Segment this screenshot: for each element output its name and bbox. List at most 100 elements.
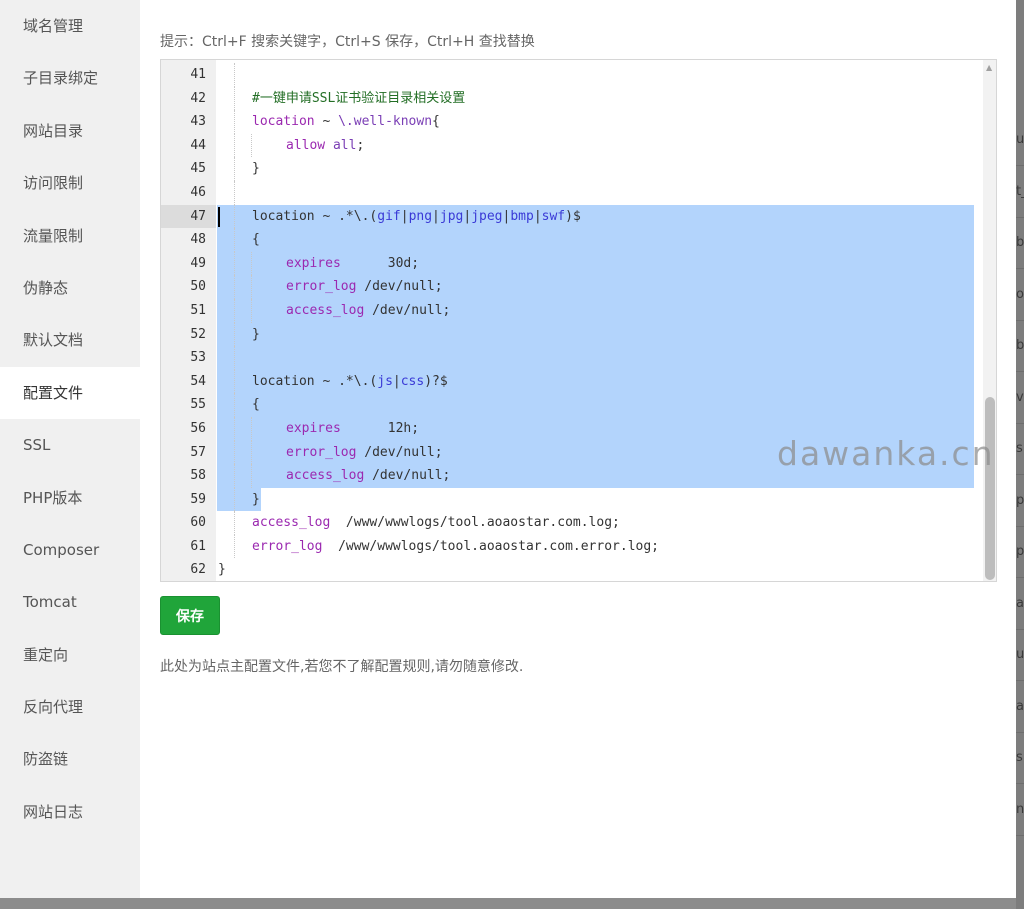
editor-scrollbar[interactable]: ▲ (983, 60, 996, 581)
background-text-fragment: o (1016, 269, 1024, 321)
code-line[interactable]: 55 { (161, 393, 996, 417)
sidebar-item[interactable]: 网站日志 (0, 786, 140, 838)
code-line[interactable]: 43 location ~ \.well-known{ (161, 110, 996, 134)
background-text-fragment: u (1016, 629, 1024, 681)
code-editor[interactable]: 41 42 #一键申请SSL证书验证目录相关设置 43 location ~ \.wel… (160, 59, 997, 582)
line-number: 53 (190, 350, 206, 366)
line-number: 48 (190, 232, 206, 248)
code-line[interactable]: 42 #一键申请SSL证书验证目录相关设置 (161, 86, 996, 111)
code-line[interactable]: 49 expires 30d; (161, 251, 996, 276)
save-button[interactable]: 保存 (160, 596, 220, 635)
code-text: access_log /dev/null; (218, 299, 450, 323)
line-number: 57 (190, 444, 206, 460)
sidebar-item[interactable]: PHP版本 (0, 472, 140, 524)
background-text-fragment: a (1016, 578, 1024, 630)
sidebar-item[interactable]: SSL (0, 419, 140, 471)
code-line[interactable]: 44 allow all; (161, 133, 996, 158)
code-token: { (252, 232, 260, 248)
background-text-fragment: p (1016, 475, 1024, 527)
sidebar-item[interactable]: 反向代理 (0, 681, 140, 733)
background-page-strip: ut_bobvsppauasn (1016, 0, 1024, 909)
code-line[interactable]: 45} (161, 157, 996, 181)
line-number: 41 (190, 67, 206, 82)
code-line[interactable]: 54 location ~ .*\.(js|css)?$ (161, 369, 996, 394)
sidebar-item[interactable]: 子目录绑定 (0, 52, 140, 104)
code-token: #一键申请SSL证书验证目录相关设置 (252, 90, 466, 106)
code-line[interactable]: 61 error_log /www/wwwlogs/tool.aoaostar.c… (161, 534, 996, 559)
code-token: )?$ (424, 373, 448, 389)
code-token: error_log (252, 538, 323, 554)
line-number: 56 (190, 420, 206, 436)
code-token: \.well-known (338, 114, 433, 130)
code-text: error_log /www/wwwlogs/tool.aoaostar.com… (218, 535, 659, 559)
sidebar-item[interactable]: Tomcat (0, 576, 140, 628)
code-lines[interactable]: 41 42 #一键申请SSL证书验证目录相关设置 43 location ~ \.wel… (161, 63, 996, 581)
code-token: | (400, 208, 409, 224)
sidebar-item[interactable]: 配置文件 (0, 366, 140, 420)
code-text: allow all; (218, 134, 364, 158)
code-line[interactable]: 62} (161, 558, 996, 581)
code-text: } (218, 558, 226, 581)
code-line[interactable]: 59} (161, 487, 996, 512)
sidebar-item[interactable]: 访问限制 (0, 157, 140, 209)
code-text: expires 30d; (218, 252, 419, 276)
line-number: 60 (190, 515, 206, 531)
scrollbar-thumb[interactable] (985, 397, 995, 580)
config-warning-note: 此处为站点主配置文件,若您不了解配置规则,请勿随意修改. (160, 659, 524, 675)
code-token: location (252, 208, 315, 224)
code-line[interactable]: 53 (161, 346, 996, 370)
code-token: )$ (565, 208, 581, 224)
code-token: | (392, 373, 401, 389)
code-line[interactable]: 60 access_log /www/wwwlogs/tool.aoaostar.… (161, 511, 996, 535)
code-line[interactable]: 51 access_log /dev/null; (161, 298, 996, 323)
sidebar-item[interactable]: 默认文档 (0, 314, 140, 366)
code-token: swf (541, 208, 566, 224)
code-token: | (432, 208, 440, 224)
code-token: location (252, 114, 315, 130)
scroll-up-arrow-icon[interactable]: ▲ (986, 63, 992, 72)
sidebar-item[interactable]: 域名管理 (0, 0, 140, 52)
sidebar-item[interactable]: 伪静态 (0, 262, 140, 314)
sidebar-item[interactable]: 流量限制 (0, 210, 140, 262)
code-line[interactable]: 52} (161, 322, 996, 347)
code-token: location (252, 373, 315, 389)
sidebar-item[interactable]: Composer (0, 524, 140, 576)
code-token: png (408, 208, 433, 224)
code-line[interactable]: 47 location ~ .*\.(gif|png|jpg|jpeg|bmp|s… (161, 204, 996, 229)
code-token: | (533, 208, 542, 224)
code-token: | (463, 208, 472, 224)
code-text: error_log /dev/null; (218, 441, 443, 465)
code-text: } (218, 157, 260, 181)
code-text: location ~ .*\.(gif|png|jpg|jpeg|bmp|swf… (218, 205, 581, 229)
selection-highlight (217, 393, 974, 417)
code-token: bmp (510, 208, 534, 224)
line-number: 51 (190, 302, 206, 318)
code-text: #一键申请SSL证书验证目录相关设置 (218, 87, 465, 111)
selection-highlight (217, 228, 974, 252)
selection-highlight (217, 346, 974, 370)
background-text-fragment: t_ (1016, 166, 1024, 218)
code-line[interactable]: 50 error_log /dev/null; (161, 275, 996, 299)
sidebar-item[interactable]: 网站目录 (0, 105, 140, 157)
sidebar-item[interactable]: 防盗链 (0, 733, 140, 785)
line-number: 50 (190, 279, 206, 295)
code-token: ~ .*\.( (314, 373, 378, 389)
code-text: { (218, 393, 260, 417)
code-line[interactable]: 46 (161, 180, 996, 205)
code-token: error_log (286, 279, 357, 295)
line-number: 44 (190, 137, 206, 153)
code-line[interactable]: 41 (161, 63, 996, 87)
code-line[interactable]: 48 { (161, 228, 996, 252)
sidebar-item[interactable]: 重定向 (0, 629, 140, 681)
background-text-fragment: p (1016, 526, 1024, 578)
code-token: } (218, 562, 226, 578)
code-token: 30d; (340, 255, 420, 271)
code-token: { (252, 397, 260, 413)
background-text-fragment: s (1016, 732, 1024, 784)
code-token: access_log (252, 515, 331, 531)
code-token: } (252, 326, 260, 342)
watermark-text: dawanka.cn (777, 434, 995, 473)
line-number: 43 (190, 114, 206, 130)
